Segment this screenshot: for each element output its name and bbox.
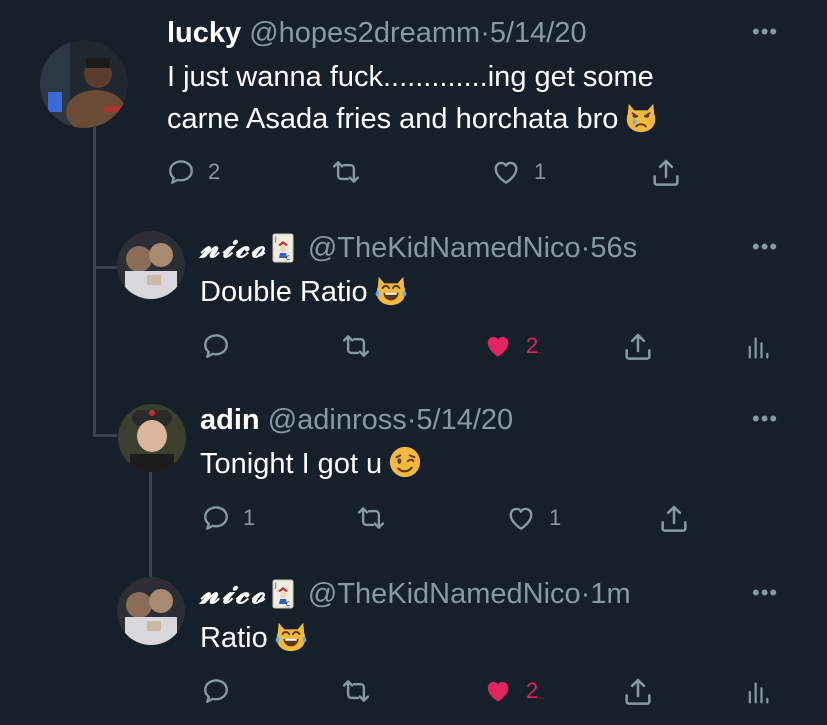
retweet-button[interactable] xyxy=(340,676,372,706)
joker-card-icon xyxy=(272,233,294,263)
thread-line-main xyxy=(93,127,96,437)
tweet-text-line: Tonight I got u xyxy=(200,448,383,480)
like-button[interactable]: 1 xyxy=(505,503,561,533)
like-button[interactable]: 1 xyxy=(490,157,546,187)
cat-face-with-tears-of-joy-icon xyxy=(374,273,408,307)
heart-filled-icon xyxy=(482,676,514,706)
analytics-icon xyxy=(744,678,772,708)
avatar-nico[interactable] xyxy=(117,231,185,299)
tweet-header: lucky @hopes2dreamm·5/14/20 xyxy=(167,16,587,50)
thread-branch-1 xyxy=(93,266,117,269)
cat-face-with-tears-of-joy-icon xyxy=(274,619,308,653)
user-handle[interactable]: @TheKidNamedNico xyxy=(308,232,581,264)
tweet-text: Double Ratio xyxy=(200,271,408,313)
reply-button[interactable] xyxy=(201,331,231,361)
retweet-button[interactable] xyxy=(340,331,372,361)
separator-dot: · xyxy=(406,404,417,436)
tweet-text: Ratio xyxy=(200,617,308,659)
avatar-nico[interactable] xyxy=(117,577,185,645)
like-button[interactable]: 2 xyxy=(482,676,538,706)
share-icon xyxy=(650,157,682,189)
more-options-icon[interactable]: ••• xyxy=(752,21,778,43)
share-button[interactable] xyxy=(622,676,654,708)
retweet-icon xyxy=(330,157,362,187)
user-handle[interactable]: @adinross xyxy=(268,404,407,436)
share-button[interactable] xyxy=(622,331,654,363)
reply-button[interactable]: 2 xyxy=(166,157,220,187)
timestamp[interactable]: 1m xyxy=(590,578,630,610)
analytics-button[interactable] xyxy=(744,333,772,363)
avatar-lucky[interactable] xyxy=(40,40,128,128)
like-count: 1 xyxy=(534,159,547,184)
thread-line-reply xyxy=(149,472,152,580)
retweet-icon xyxy=(355,503,387,533)
reply-count: 2 xyxy=(208,159,221,184)
like-count: 2 xyxy=(526,333,539,358)
separator-dot: · xyxy=(580,232,591,264)
heart-icon xyxy=(505,503,537,533)
display-name[interactable]: 𝓷𝓲𝓬𝓸 xyxy=(200,230,268,264)
tweet-text: Tonight I got u xyxy=(200,443,422,485)
tweet-text-line: carne Asada fries and horchata bro xyxy=(167,103,619,135)
tweet-text: I just wanna fuck.............ing get so… xyxy=(167,56,658,140)
reply-button[interactable]: 1 xyxy=(201,503,255,533)
more-options-icon[interactable]: ••• xyxy=(752,408,778,430)
share-button[interactable] xyxy=(658,503,690,535)
display-name[interactable]: adin xyxy=(200,404,260,436)
heart-icon xyxy=(490,157,522,187)
tweet-text-line: I just wanna fuck.............ing get so… xyxy=(167,61,654,93)
user-handle[interactable]: @TheKidNamedNico xyxy=(308,578,581,610)
separator-dot: · xyxy=(580,578,591,610)
reply-icon xyxy=(201,331,231,361)
share-icon xyxy=(622,331,654,363)
like-count: 2 xyxy=(526,678,539,703)
tweet-header: adin @adinross·5/14/20 xyxy=(200,403,513,437)
more-options-icon[interactable]: ••• xyxy=(752,582,778,604)
thread-branch-2 xyxy=(93,434,117,437)
share-button[interactable] xyxy=(650,157,682,189)
crying-cat-face-icon xyxy=(624,100,658,134)
joker-card-icon xyxy=(272,579,294,609)
user-handle[interactable]: @hopes2dreamm xyxy=(249,17,480,49)
reply-icon xyxy=(166,157,196,187)
analytics-button[interactable] xyxy=(744,678,772,708)
reply-icon xyxy=(201,503,231,533)
retweet-icon xyxy=(340,331,372,361)
timestamp[interactable]: 5/14/20 xyxy=(490,17,587,49)
more-options-icon[interactable]: ••• xyxy=(752,236,778,258)
share-icon xyxy=(622,676,654,708)
tweet-text-line-2: carne Asada fries and horchata bro xyxy=(167,98,658,140)
tweet-text-line: Double Ratio xyxy=(200,276,368,308)
share-icon xyxy=(658,503,690,535)
tweet-header: 𝓷𝓲𝓬𝓸 @TheKidNamedNico·56s xyxy=(200,230,637,265)
tweet-header: 𝓷𝓲𝓬𝓸 @TheKidNamedNico·1m xyxy=(200,576,631,611)
reply-count: 1 xyxy=(243,505,256,530)
like-count: 1 xyxy=(549,505,562,530)
like-button[interactable]: 2 xyxy=(482,331,538,361)
reply-icon xyxy=(201,676,231,706)
timestamp[interactable]: 56s xyxy=(590,232,637,264)
display-name[interactable]: 𝓷𝓲𝓬𝓸 xyxy=(200,576,268,610)
reply-button[interactable] xyxy=(201,676,231,706)
separator-dot: · xyxy=(480,17,490,49)
display-name[interactable]: lucky xyxy=(167,17,241,49)
retweet-icon xyxy=(340,676,372,706)
retweet-button[interactable] xyxy=(330,157,362,187)
avatar-adin[interactable] xyxy=(118,404,186,472)
analytics-icon xyxy=(744,333,772,363)
heart-filled-icon xyxy=(482,331,514,361)
timestamp[interactable]: 5/14/20 xyxy=(416,404,513,436)
retweet-button[interactable] xyxy=(355,503,387,533)
tweet-text-line: Ratio xyxy=(200,622,268,654)
winking-face-icon xyxy=(388,445,422,479)
